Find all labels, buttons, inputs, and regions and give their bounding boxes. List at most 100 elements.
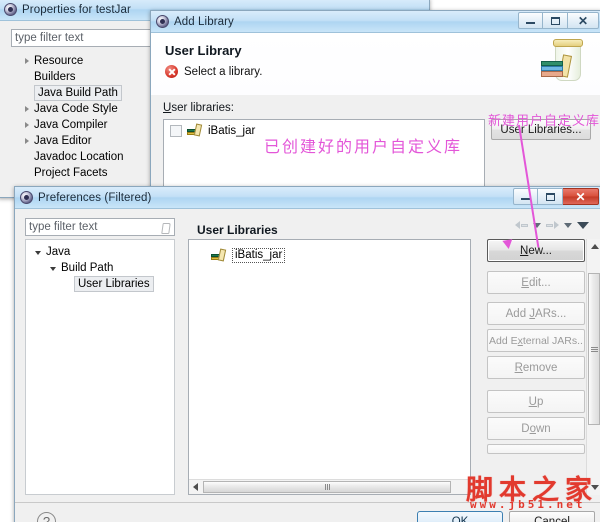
minimize-button[interactable] <box>518 12 543 29</box>
tree-item-label: Java <box>46 246 71 258</box>
down-button[interactable]: Down <box>487 417 585 440</box>
tree-item-label: Builders <box>34 71 76 83</box>
properties-tree-item-java-build-path[interactable]: Java Build Path <box>13 85 163 101</box>
ok-button-label: OK <box>451 516 469 522</box>
ok-button[interactable]: OK <box>417 511 503 522</box>
tree-item-label: Java Compiler <box>34 119 108 131</box>
preferences-buttons-column: New... Edit... Add JARs... Add External … <box>487 239 585 454</box>
new-button-label: New... <box>520 244 552 257</box>
close-icon: ✕ <box>575 189 586 204</box>
scroll-left-arrow[interactable] <box>189 480 202 493</box>
chevron-down-icon <box>50 267 56 271</box>
properties-filter-input[interactable]: type filter text <box>11 29 159 47</box>
help-button-label: ? <box>42 514 51 522</box>
libraries-list-hscrollbar[interactable] <box>189 479 470 494</box>
close-button[interactable]: ✕ <box>568 12 599 29</box>
menu-dropdown-icon[interactable] <box>577 222 589 229</box>
properties-tree-item-project-facets[interactable]: Project Facets <box>13 165 163 181</box>
add-library-titlebar[interactable]: Add Library ✕ <box>151 11 600 33</box>
preferences-panel-title: User Libraries <box>197 223 278 237</box>
add-library-window-controls: ✕ <box>518 12 599 29</box>
preferences-filter-placeholder: type filter text <box>29 221 98 233</box>
chevron-right-icon <box>25 106 29 112</box>
library-checkbox[interactable] <box>170 124 182 137</box>
preferences-tree-panel[interactable]: Java Build Path User Libraries <box>25 239 175 495</box>
properties-tree[interactable]: Resource Builders Java Build Path Java C… <box>13 53 163 181</box>
close-button[interactable]: ✕ <box>563 188 599 205</box>
help-button[interactable]: ? <box>37 512 56 522</box>
scroll-grip-icon <box>324 484 330 490</box>
extra-button[interactable] <box>487 444 585 454</box>
add-jars-button[interactable]: Add JARs... <box>487 302 585 325</box>
annotation-pointer-arrow <box>502 239 514 250</box>
add-library-window: Add Library ✕ User Library Select a libr… <box>150 10 600 192</box>
preferences-filter-input[interactable]: type filter text <box>25 218 175 236</box>
tree-item-label: Project Facets <box>34 167 108 179</box>
chevron-right-icon <box>25 138 29 144</box>
annotation-existing-library: 已创建好的用户自定义库 <box>264 133 462 157</box>
properties-tree-item-builders[interactable]: Builders <box>13 69 163 85</box>
back-arrow-icon[interactable] <box>515 220 528 231</box>
cancel-button[interactable]: Cancel <box>509 511 595 522</box>
properties-tree-item-javadoc-location[interactable]: Javadoc Location <box>13 149 163 165</box>
tree-item-label: User Libraries <box>74 276 154 292</box>
annotation-text: 已创建好的用户自定义库 <box>264 137 463 156</box>
scroll-up-arrow[interactable] <box>588 240 600 253</box>
add-library-message-row: Select a library. <box>165 65 262 78</box>
clear-filter-icon[interactable] <box>160 222 171 233</box>
library-name: iBatis_jar <box>232 248 286 263</box>
preferences-vscrollbar[interactable] <box>586 239 600 495</box>
maximize-button[interactable] <box>543 12 568 29</box>
eclipse-icon <box>156 15 169 28</box>
close-icon: ✕ <box>577 13 589 28</box>
chevron-right-icon <box>25 122 29 128</box>
properties-window-title: Properties for testJar <box>22 3 131 16</box>
hscroll-thumb[interactable] <box>203 481 451 493</box>
screenshot-root: Properties for testJar type filter text … <box>0 0 600 522</box>
properties-tree-item-java-compiler[interactable]: Java Compiler <box>13 117 163 133</box>
preferences-window-controls: ✕ <box>513 188 599 205</box>
add-external-jars-button[interactable]: Add External JARs.. <box>487 329 585 352</box>
list-item[interactable]: iBatis_jar <box>189 240 470 263</box>
add-external-jars-button-label: Add External JARs.. <box>489 334 583 347</box>
minimize-button[interactable] <box>513 188 538 205</box>
edit-button[interactable]: Edit... <box>487 271 585 294</box>
chevron-right-icon <box>25 58 29 64</box>
properties-filter-placeholder: type filter text <box>15 32 84 44</box>
edit-button-label: Edit... <box>521 276 551 289</box>
remove-button-label: Remove <box>514 361 558 374</box>
add-jars-button-label: Add JARs... <box>505 307 567 320</box>
scroll-grip-icon <box>590 346 598 352</box>
maximize-button[interactable] <box>538 188 563 205</box>
preferences-titlebar[interactable]: Preferences (Filtered) ✕ <box>15 187 600 209</box>
add-library-header: User Library Select a library. <box>151 33 600 96</box>
preferences-tree-item-user-libraries[interactable]: User Libraries <box>26 276 174 292</box>
watermark-url-text: www.jb51.net <box>470 498 586 511</box>
properties-tree-item-resource[interactable]: Resource <box>13 53 163 69</box>
preferences-libraries-list[interactable]: iBatis_jar <box>188 239 471 495</box>
properties-tree-item-java-editor[interactable]: Java Editor <box>13 133 163 149</box>
vscroll-thumb[interactable] <box>588 273 600 425</box>
library-jar-icon <box>187 123 203 137</box>
preferences-tree[interactable]: Java Build Path User Libraries <box>26 240 174 292</box>
up-button[interactable]: Up <box>487 390 585 413</box>
preferences-nav-toolbar <box>515 220 589 231</box>
eclipse-icon <box>20 191 33 204</box>
remove-button[interactable]: Remove <box>487 356 585 379</box>
tree-item-label: Java Editor <box>34 135 92 147</box>
error-icon <box>165 65 178 78</box>
library-jar-icon <box>211 248 227 262</box>
forward-dropdown-icon[interactable] <box>564 223 572 228</box>
properties-tree-item-java-code-style[interactable]: Java Code Style <box>13 101 163 117</box>
annotation-new-library: 新建用户自定义库 <box>488 110 600 129</box>
tree-item-label: Java Code Style <box>34 103 118 115</box>
maximize-icon <box>550 16 560 25</box>
annotation-text: 新建用户自定义库 <box>488 114 600 129</box>
tree-item-label: Build Path <box>61 262 114 274</box>
preferences-tree-item-build-path[interactable]: Build Path <box>26 260 174 276</box>
cancel-button-label: Cancel <box>534 516 570 522</box>
watermark-url: www.jb51.net <box>470 498 585 511</box>
preferences-tree-item-java[interactable]: Java <box>26 244 174 260</box>
forward-arrow-icon[interactable] <box>546 220 559 231</box>
eclipse-icon <box>4 3 17 16</box>
